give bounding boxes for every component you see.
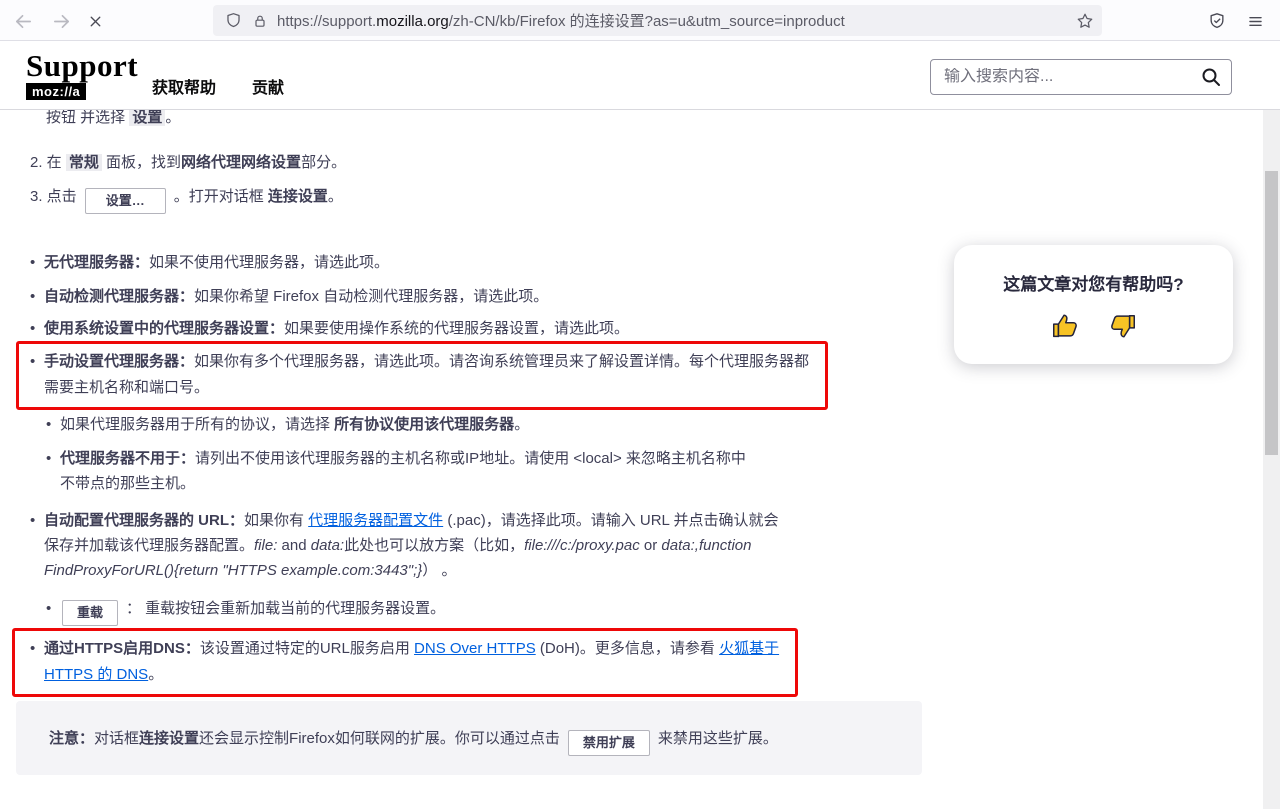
search-box xyxy=(930,59,1232,95)
step-2: 2. 在 常规 面板，找到网络代理网络设置部分。 xyxy=(30,152,346,173)
url-bar[interactable]: https://support.mozilla.org/zh-CN/kb/Fir… xyxy=(213,5,1102,36)
text: ） 。 xyxy=(422,562,456,579)
text: 。 xyxy=(514,416,529,433)
text: 在 xyxy=(43,154,66,171)
lock-icon[interactable] xyxy=(252,13,268,29)
text: 对话框 xyxy=(94,730,139,747)
url-text: https://support.mozilla.org/zh-CN/kb/Fir… xyxy=(277,10,1076,31)
option-desc: 如果不使用代理服务器，请选此项。 xyxy=(149,254,389,271)
text: 来禁用这些扩展。 xyxy=(658,730,778,747)
sub-option-reload: 重载 ： 重载按钮会重新加载当前的代理服务器设置。 xyxy=(46,596,445,626)
shield-icon[interactable] xyxy=(225,12,242,29)
note-box: 注意：对话框连接设置还会显示控制Firefox如何联网的扩展。你可以通过点击禁用… xyxy=(16,701,922,775)
option-auto-config-url: 自动配置代理服务器的 URL：如果你有 代理服务器配置文件 (.pac)，请选择… xyxy=(28,508,786,583)
url-domain: mozilla.org xyxy=(376,13,449,30)
thumbs-up-icon[interactable] xyxy=(1048,309,1082,343)
thumbs-down-icon[interactable] xyxy=(1106,309,1140,343)
step-number: 3. xyxy=(30,188,43,205)
text: 面板，找到 xyxy=(102,154,181,171)
nav-contribute[interactable]: 贡献 xyxy=(252,74,284,98)
feedback-title: 这篇文章对您有帮助吗? xyxy=(954,270,1233,295)
forward-icon[interactable] xyxy=(48,8,74,34)
sub-option-all-protocols: 如果代理服务器用于所有的协议，请选择 所有协议使用该代理服务器。 xyxy=(46,414,529,435)
text: 。 xyxy=(328,188,343,205)
text: 。 xyxy=(148,666,163,683)
highlight-box-manual-proxy: 手动设置代理服务器：如果你有多个代理服务器，请选此项。请咨询系统管理员来了解设置… xyxy=(16,341,828,410)
option-term: 使用系统设置中的代理服务器设置： xyxy=(44,320,284,337)
url-prefix: https://support. xyxy=(277,13,376,30)
option-term: 通过HTTPS启用DNS： xyxy=(44,640,200,657)
back-icon[interactable] xyxy=(10,8,36,34)
settings-button[interactable]: 设置… xyxy=(85,188,166,214)
text: 还会显示控制Firefox如何联网的扩展。你可以通过点击 xyxy=(199,730,560,747)
option-doh: 通过HTTPS启用DNS：该设置通过特定的URL服务启用 DNS Over HT… xyxy=(15,631,795,694)
main-nav: 获取帮助 贡献 xyxy=(152,74,284,98)
text: 如果你有 xyxy=(244,512,308,529)
text: 如果代理服务器用于所有的协议，请选择 xyxy=(60,416,334,433)
reload-button[interactable]: 重载 xyxy=(62,600,118,626)
text: 。 xyxy=(165,109,180,126)
logo-title: Support xyxy=(26,50,138,81)
bold-text: 连接设置 xyxy=(268,188,328,205)
text: 此处也可以放方案（比如， xyxy=(344,537,524,554)
step-3: 3. 点击设置… 。打开对话框 连接设置。 xyxy=(30,186,343,214)
shield-check-icon[interactable] xyxy=(1204,8,1230,34)
option-term: 代理服务器不用于： xyxy=(60,450,195,467)
option-desc: 如果要使用操作系统的代理服务器设置，请选此项。 xyxy=(284,320,629,337)
bold-text: 连接设置 xyxy=(139,730,199,747)
text: 按钮 并选择 xyxy=(46,109,129,126)
search-input[interactable] xyxy=(931,68,1200,86)
link-dns-over-https[interactable]: DNS Over HTTPS xyxy=(414,640,536,657)
url-path: /zh-CN/kb/Firefox 的连接设置?as=u&utm_source=… xyxy=(449,13,845,30)
text: 该设置通过特定的URL服务启用 xyxy=(200,640,414,657)
bold-text: 所有协议使用该代理服务器 xyxy=(334,416,514,433)
scrollbar-thumb[interactable] xyxy=(1265,171,1278,455)
stop-icon[interactable] xyxy=(82,8,108,34)
mozilla-wordmark: moz://a xyxy=(26,83,86,100)
option-term: 无代理服务器： xyxy=(44,254,149,271)
search-icon[interactable] xyxy=(1200,66,1222,88)
text: 部分。 xyxy=(301,154,346,171)
option-auto-detect: 自动检测代理服务器：如果你希望 Firefox 自动检测代理服务器，请选此项。 xyxy=(28,286,548,307)
page-scrollbar[interactable] xyxy=(1263,41,1280,809)
option-manual-proxy: 手动设置代理服务器：如果你有多个代理服务器，请选此项。请咨询系统管理员来了解设置… xyxy=(19,344,825,407)
option-term: 自动检测代理服务器： xyxy=(44,288,194,305)
menu-icon[interactable] xyxy=(1242,8,1268,34)
text: and xyxy=(277,537,310,554)
note-text: 注意：对话框连接设置还会显示控制Firefox如何联网的扩展。你可以通过点击禁用… xyxy=(49,727,778,756)
disable-extensions-button[interactable]: 禁用扩展 xyxy=(568,730,650,756)
site-header: Support moz://a 获取帮助 贡献 xyxy=(0,41,1280,110)
italic-text: file:///c:/proxy.pac xyxy=(524,537,640,554)
option-term: 自动配置代理服务器的 URL： xyxy=(44,512,244,529)
nav-get-help[interactable]: 获取帮助 xyxy=(152,74,216,98)
italic-text: file: xyxy=(254,537,277,554)
step-1-tail: 按钮 并选择 设置。 xyxy=(46,107,180,128)
article-content: 按钮 并选择 设置。 2. 在 常规 面板，找到网络代理网络设置部分。 3. 点… xyxy=(0,0,1263,809)
bold-text: 网络代理网络设置 xyxy=(181,154,301,171)
bookmark-star-icon[interactable] xyxy=(1076,12,1094,30)
text: ： 重载按钮会重新加载当前的代理服务器设置。 xyxy=(126,600,445,617)
text: or xyxy=(640,537,662,554)
settings-menu-key: 设置 xyxy=(129,109,165,126)
text: (DoH)。更多信息，请参看 xyxy=(536,640,719,657)
option-term: 手动设置代理服务器： xyxy=(44,353,194,370)
general-panel-key: 常规 xyxy=(66,154,102,171)
text: 。打开对话框 xyxy=(174,188,268,205)
browser-toolbar: https://support.mozilla.org/zh-CN/kb/Fir… xyxy=(0,0,1280,41)
note-label: 注意： xyxy=(49,730,94,747)
highlight-box-doh: 通过HTTPS启用DNS：该设置通过特定的URL服务启用 DNS Over HT… xyxy=(12,628,798,697)
sub-option-no-proxy-for: 代理服务器不用于：请列出不使用该代理服务器的主机名称或IP地址。请使用 <loc… xyxy=(46,446,752,496)
link-proxy-config-file[interactable]: 代理服务器配置文件 xyxy=(308,512,443,529)
option-no-proxy: 无代理服务器：如果不使用代理服务器，请选此项。 xyxy=(28,252,389,273)
italic-text: data: xyxy=(311,537,344,554)
step-number: 2. xyxy=(30,154,43,171)
option-system-proxy: 使用系统设置中的代理服务器设置：如果要使用操作系统的代理服务器设置，请选此项。 xyxy=(28,318,629,339)
support-logo[interactable]: Support moz://a xyxy=(26,50,138,101)
feedback-buttons xyxy=(954,309,1233,343)
text: 点击 xyxy=(43,188,77,205)
feedback-card: 这篇文章对您有帮助吗? xyxy=(954,245,1233,364)
option-desc: 如果你希望 Firefox 自动检测代理服务器，请选此项。 xyxy=(194,288,548,305)
